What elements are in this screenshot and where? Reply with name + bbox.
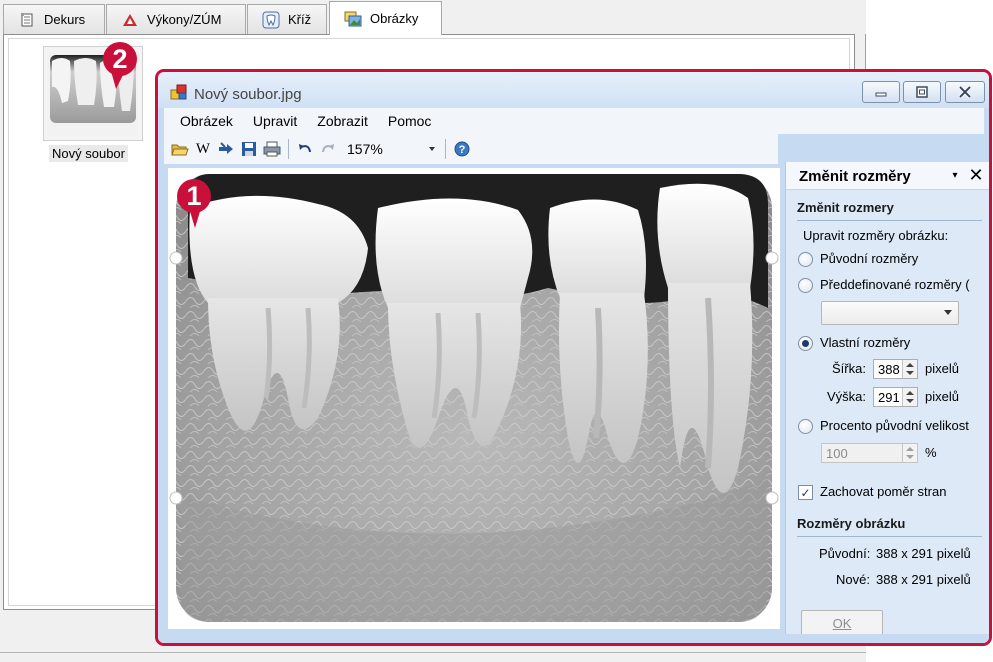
tab-label: Obrázky — [370, 11, 419, 26]
radio-percent-size[interactable] — [798, 419, 813, 434]
image-viewer-window: Nový soubor.jpg Obrázek Upravit Zobrazit… — [155, 69, 992, 646]
panel-close-button[interactable]: ✕ — [966, 165, 986, 185]
tab-label: Kříž — [288, 12, 312, 27]
maximize-button[interactable] — [903, 81, 941, 103]
zoom-value: 157% — [347, 141, 383, 157]
open-folder-icon[interactable] — [170, 138, 190, 160]
help-icon[interactable]: ? — [452, 138, 472, 160]
width-label: Šířka: — [832, 361, 866, 376]
panel-title: Změnit rozměry — [799, 168, 911, 185]
radio-percent-size-label[interactable]: Procento původní velikost — [820, 418, 969, 433]
notepad-icon — [18, 11, 36, 29]
height-stepper[interactable]: 291 — [873, 387, 918, 407]
gallery-item-label: Nový soubor — [49, 145, 128, 162]
svg-text:?: ? — [459, 144, 466, 156]
tab-kriz[interactable]: Kříž — [247, 4, 327, 34]
percent-unit: % — [925, 445, 937, 460]
section-divider — [797, 536, 982, 537]
resize-panel: Změnit rozměry ▾ ✕ Změnit rozmery Upravi… — [785, 162, 989, 640]
height-label: Výška: — [827, 389, 867, 404]
xray-image — [168, 168, 780, 629]
radio-predefined-size-label[interactable]: Předdefinované rozměry ( — [820, 277, 970, 292]
word-icon[interactable]: W — [193, 138, 213, 160]
tab-obrazky[interactable]: Obrázky — [329, 1, 442, 35]
height-unit: pixelů — [925, 389, 959, 404]
panel-header: Změnit rozměry ▾ ✕ — [786, 162, 989, 190]
stepper-arrows[interactable] — [902, 444, 917, 462]
new-size-label: Nové: — [836, 572, 870, 587]
redo-icon[interactable] — [318, 138, 338, 160]
tab-dekurs[interactable]: Dekurs — [3, 4, 105, 34]
close-window-button[interactable] — [945, 81, 985, 103]
image-canvas[interactable] — [168, 168, 780, 629]
callout-marker-2: 2 — [101, 41, 139, 89]
maximize-icon — [916, 86, 928, 98]
callout-marker-label: 2 — [112, 43, 128, 74]
section-heading-sizes: Rozměry obrázku — [797, 516, 906, 531]
tooth-icon — [262, 11, 280, 29]
toolbar-separator — [288, 139, 289, 159]
ok-button[interactable]: OK — [801, 610, 883, 636]
warning-triangle-icon — [121, 11, 139, 29]
width-stepper[interactable]: 388 — [873, 359, 918, 379]
minimize-icon — [875, 92, 887, 97]
width-unit: pixelů — [925, 361, 959, 376]
tab-vykony-zum[interactable]: Výkony/ZÚM — [106, 4, 246, 34]
height-value: 291 — [878, 390, 900, 405]
pin-dropdown-icon[interactable]: ▾ — [949, 168, 961, 182]
menu-pomoc[interactable]: Pomoc — [378, 113, 442, 129]
radio-original-size[interactable] — [798, 252, 813, 267]
stepper-arrows[interactable] — [902, 360, 917, 378]
resize-subtitle: Upravit rozměry obrázku: — [803, 228, 949, 243]
undo-icon[interactable] — [295, 138, 315, 160]
app-icon — [170, 84, 188, 100]
tab-strip: Dekurs Výkony/ZÚM Kříž Obrázky — [0, 0, 866, 35]
send-icon[interactable] — [216, 138, 236, 160]
callout-marker-1: 1 — [175, 178, 213, 228]
new-size-value: 388 x 291 pixelů — [876, 572, 971, 587]
images-icon — [344, 10, 362, 28]
section-divider — [797, 220, 982, 221]
width-value: 388 — [878, 362, 900, 377]
stepper-arrows[interactable] — [902, 388, 917, 406]
chevron-down-icon — [944, 310, 952, 315]
window-title: Nový soubor.jpg — [194, 86, 302, 103]
menu-bar: Obrázek Upravit Zobrazit Pomoc — [164, 108, 984, 134]
radio-custom-size[interactable] — [798, 336, 813, 351]
print-icon[interactable] — [262, 138, 282, 160]
tab-label: Dekurs — [44, 12, 86, 27]
minimize-button[interactable] — [862, 81, 900, 103]
zoom-select[interactable]: 157% — [343, 138, 439, 160]
keep-ratio-checkbox[interactable]: ✓ — [798, 485, 813, 500]
percent-stepper[interactable]: 100 — [821, 443, 918, 463]
panel-body: Změnit rozmery Upravit rozměry obrázku: … — [786, 190, 989, 640]
radio-custom-size-label[interactable]: Vlastní rozměry — [820, 335, 910, 350]
keep-ratio-label[interactable]: Zachovat poměr stran — [820, 484, 946, 499]
chevron-down-icon — [429, 147, 435, 151]
callout-marker-label: 1 — [186, 180, 202, 211]
tab-label: Výkony/ZÚM — [147, 12, 222, 27]
close-icon — [958, 85, 972, 99]
radio-predefined-size[interactable] — [798, 278, 813, 293]
menu-obrazek[interactable]: Obrázek — [170, 113, 243, 129]
save-icon[interactable] — [239, 138, 259, 160]
percent-value: 100 — [826, 446, 848, 461]
original-size-value: 388 x 291 pixelů — [876, 546, 971, 561]
original-size-label: Původní: — [819, 546, 871, 561]
toolbar: W 157% ? — [164, 134, 778, 164]
status-bar — [158, 634, 989, 643]
radio-original-size-label[interactable]: Původní rozměry — [820, 251, 918, 266]
title-bar[interactable]: Nový soubor.jpg — [158, 72, 989, 108]
menu-upravit[interactable]: Upravit — [243, 113, 307, 129]
menu-zobrazit[interactable]: Zobrazit — [307, 113, 378, 129]
section-heading-resize: Změnit rozmery — [797, 200, 894, 215]
predefined-size-select[interactable] — [821, 301, 959, 325]
toolbar-separator — [445, 139, 446, 159]
